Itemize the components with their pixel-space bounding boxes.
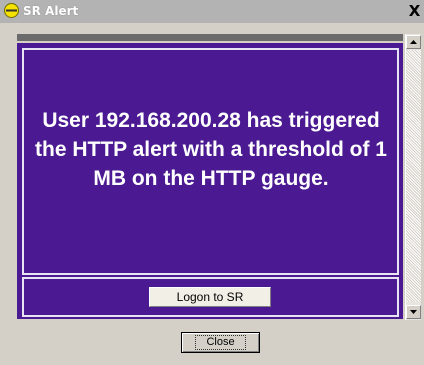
alert-window: SR Alert X User 192.168.200.28 has trigg… (0, 0, 424, 365)
close-button-label: Close (195, 335, 246, 350)
app-icon (4, 3, 19, 18)
close-button[interactable]: Close (181, 332, 260, 353)
vertical-scrollbar[interactable] (405, 34, 421, 320)
arrow-down-icon[interactable] (406, 305, 421, 319)
title-bar[interactable]: SR Alert X (0, 0, 424, 23)
window-title: SR Alert (23, 4, 79, 18)
arrow-up-icon[interactable] (406, 35, 421, 49)
header-strip (17, 34, 403, 41)
close-icon[interactable]: X (407, 2, 422, 20)
logon-button[interactable]: Logon to SR (149, 287, 271, 307)
scroll-track[interactable] (406, 50, 421, 302)
alert-message: User 192.168.200.28 has triggered the HT… (35, 109, 387, 190)
